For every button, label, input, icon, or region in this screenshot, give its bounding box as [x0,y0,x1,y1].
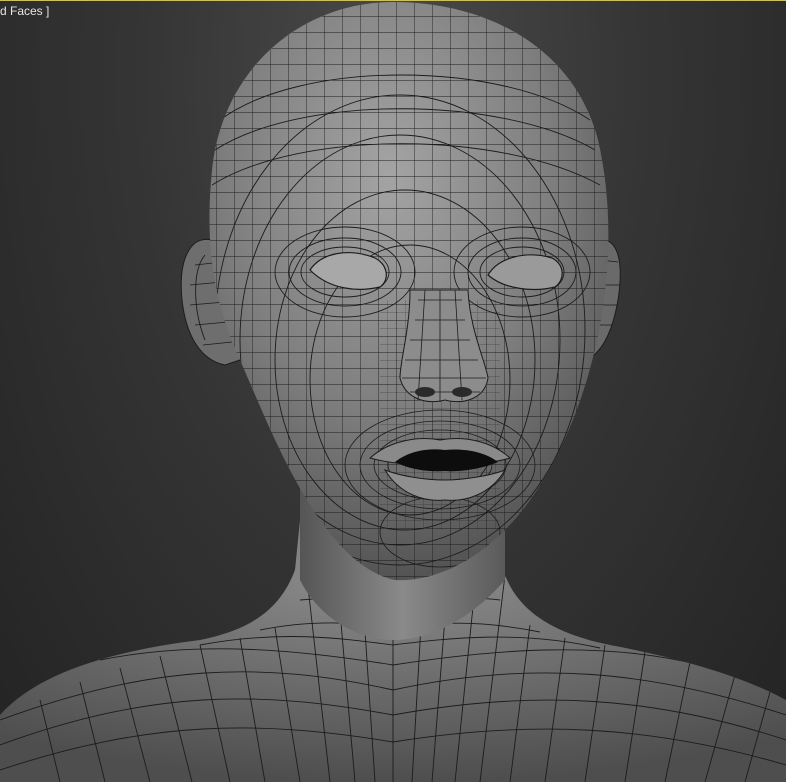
3d-viewport[interactable]: d Faces ] [0,0,786,782]
mesh-render[interactable] [0,0,786,782]
